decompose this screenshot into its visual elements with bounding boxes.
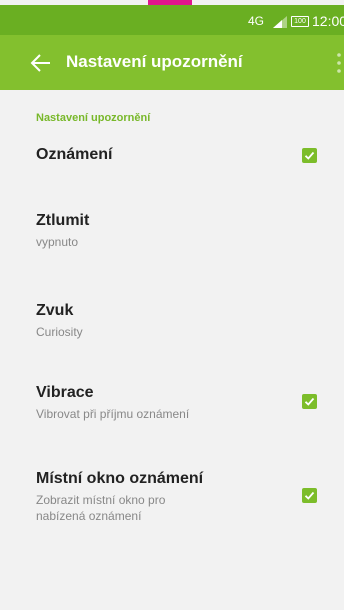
status-bar: 4G 100 12:00 bbox=[0, 5, 344, 35]
checkmark-icon bbox=[304, 397, 315, 406]
notifications-checkbox[interactable] bbox=[302, 148, 317, 163]
checkmark-icon bbox=[304, 151, 315, 160]
clock: 12:00 bbox=[312, 13, 344, 29]
signal-icon bbox=[273, 16, 287, 28]
pref-title-notifications: Oznámení bbox=[36, 146, 113, 163]
pref-summary-mute: vypnuto bbox=[36, 235, 79, 249]
pref-title-mute: Ztlumit bbox=[36, 212, 90, 229]
vibration-checkbox[interactable] bbox=[302, 394, 317, 409]
battery-icon: 100 bbox=[291, 16, 309, 27]
pref-summary-popup-line1: Zobrazit místní okno pro bbox=[36, 493, 166, 507]
section-header: Nastavení upozornění bbox=[36, 112, 151, 124]
app-bar: Nastavení upozornění bbox=[0, 35, 344, 90]
popup-checkbox[interactable] bbox=[302, 488, 317, 503]
more-options-icon[interactable] bbox=[336, 51, 342, 75]
battery-level: 100 bbox=[294, 18, 306, 25]
pref-summary-vibration: Vibrovat při příjmu oznámení bbox=[36, 407, 190, 421]
pref-summary-popup-line2: nabízená oznámení bbox=[36, 509, 142, 523]
back-arrow-icon[interactable] bbox=[30, 52, 52, 74]
network-type: 4G bbox=[247, 14, 264, 28]
pref-title-popup: Místní okno oznámení bbox=[36, 470, 204, 487]
page-title: Nastavení upozornění bbox=[66, 52, 243, 71]
pref-title-sound: Zvuk bbox=[36, 302, 74, 319]
pref-title-vibration: Vibrace bbox=[36, 384, 94, 401]
checkmark-icon bbox=[304, 491, 315, 500]
pref-summary-sound: Curiosity bbox=[36, 325, 83, 339]
